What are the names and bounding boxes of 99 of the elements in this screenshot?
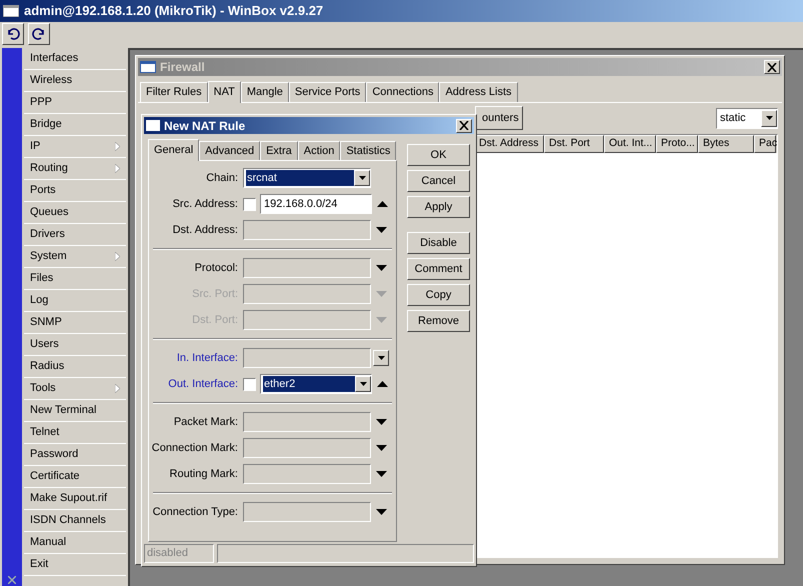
expand-arrow-icon[interactable] [376, 227, 387, 233]
input-field[interactable] [243, 464, 371, 484]
sidebar-item[interactable]: Ports [24, 180, 126, 202]
checkbox[interactable] [243, 378, 256, 390]
sidebar-item[interactable]: Manual [24, 532, 126, 554]
column-header[interactable]: Bytes [698, 135, 754, 153]
field-label: Packet Mark: [172, 414, 239, 430]
field-label: Connection Type: [152, 504, 239, 520]
expand-arrow-icon[interactable] [376, 419, 387, 425]
tab[interactable]: General [148, 139, 200, 161]
sidebar-item[interactable]: Make Supout.rif [24, 488, 126, 510]
field-label: Src. Address: [172, 196, 239, 212]
column-header[interactable]: Dst. Port [544, 135, 604, 153]
submenu-arrow-icon [115, 252, 120, 261]
expand-arrow-icon[interactable] [376, 445, 387, 451]
sidebar-item[interactable]: Radius [24, 356, 126, 378]
close-button[interactable] [456, 118, 472, 132]
sidebar-item[interactable]: System [24, 246, 126, 268]
undo-button[interactable] [2, 23, 24, 45]
sidebar-item[interactable]: Files [24, 268, 126, 290]
input-field[interactable] [243, 438, 371, 458]
sidebar-item[interactable]: SNMP [24, 312, 126, 334]
field-label: Chain: [205, 170, 239, 186]
x-icon [8, 576, 16, 584]
window-title: Firewall [160, 59, 205, 76]
input-field[interactable] [243, 502, 371, 522]
sidebar-item[interactable]: Queues [24, 202, 126, 224]
sidebar-item[interactable]: Certificate [24, 466, 126, 488]
tab[interactable]: Mangle [240, 82, 289, 102]
window-title: admin@192.168.1.20 (MikroTik) - WinBox v2.9.27 [24, 2, 324, 20]
input-field[interactable] [243, 310, 371, 330]
sidebar-item[interactable]: ISDN Channels [24, 510, 126, 532]
sidebar-item[interactable]: Routing [24, 158, 126, 180]
submenu-arrow-icon [115, 164, 120, 173]
tab[interactable]: Filter Rules [140, 82, 208, 102]
toolbar-button[interactable]: ounters [475, 106, 523, 130]
sidebar-item[interactable]: Password [24, 444, 126, 466]
input-field[interactable]: 192.168.0.0/24 [260, 194, 372, 214]
input-field[interactable] [243, 258, 371, 278]
filter-dropdown[interactable]: static [716, 108, 778, 128]
sidebar-item[interactable]: Drivers [24, 224, 126, 246]
dialog-button[interactable]: Apply [407, 196, 470, 218]
dropdown-field[interactable] [243, 348, 371, 368]
redo-icon [31, 26, 47, 42]
sidebar-item[interactable]: Log [24, 290, 126, 312]
sidebar-item[interactable]: Tools [24, 378, 126, 400]
dialog-button[interactable]: Remove [407, 310, 470, 332]
sidebar-item[interactable]: Interfaces [24, 48, 126, 70]
window-icon [3, 5, 19, 17]
collapse-arrow-icon[interactable] [377, 381, 388, 387]
dropdown-field[interactable]: ether2 [260, 374, 372, 394]
expand-arrow-icon[interactable] [376, 509, 387, 515]
field-label: Connection Mark: [150, 440, 239, 456]
column-header[interactable]: Dst. Address [474, 135, 544, 153]
status-field: disabled [144, 544, 214, 563]
sidebar-item[interactable]: IP [24, 136, 126, 158]
close-button[interactable] [764, 60, 780, 74]
dialog-button[interactable]: Copy [407, 284, 470, 306]
input-field[interactable] [243, 284, 371, 304]
column-header[interactable]: Out. Int... [604, 135, 656, 153]
dialog-button[interactable]: OK [407, 144, 470, 166]
field-label: Out. Interface: [167, 376, 239, 392]
field-label: Dst. Address: [172, 222, 239, 238]
tab[interactable]: Advanced [199, 141, 260, 160]
redo-button[interactable] [28, 23, 50, 45]
sidebar-item[interactable]: New Terminal [24, 400, 126, 422]
submenu-arrow-icon [115, 142, 120, 151]
input-field[interactable] [243, 412, 371, 432]
dropdown-field[interactable]: srcnat [243, 168, 371, 188]
submenu-arrow-icon [115, 384, 120, 393]
sidebar-item[interactable]: Wireless [24, 70, 126, 92]
field-label: Protocol: [194, 260, 239, 276]
tab[interactable]: Connections [366, 82, 440, 102]
tab[interactable]: NAT [208, 81, 241, 103]
dialog-button[interactable]: Cancel [407, 170, 470, 192]
expand-arrow-icon[interactable] [376, 265, 387, 271]
window-icon [146, 120, 160, 131]
column-header[interactable]: Proto... [656, 135, 698, 153]
field-label: Routing Mark: [168, 466, 239, 482]
dialog-button[interactable]: Comment [407, 258, 470, 280]
sidebar-item[interactable]: Users [24, 334, 126, 356]
tab[interactable]: Action [298, 141, 340, 160]
window-icon [140, 61, 156, 73]
expand-arrow-icon[interactable] [376, 471, 387, 477]
input-field[interactable] [243, 220, 371, 240]
undo-icon [5, 26, 21, 42]
collapse-arrow-icon[interactable] [377, 201, 388, 207]
sidebar-item[interactable]: Telnet [24, 422, 126, 444]
checkbox[interactable] [243, 198, 256, 210]
tab[interactable]: Statistics [340, 141, 396, 160]
field-label: In. Interface: [176, 350, 239, 366]
sidebar-item[interactable]: PPP [24, 92, 126, 114]
sidebar-item[interactable]: Exit [24, 554, 126, 576]
dialog-button[interactable]: Disable [407, 232, 470, 254]
tab[interactable]: Extra [260, 141, 298, 160]
tab[interactable]: Service Ports [288, 82, 366, 102]
tab[interactable]: Address Lists [439, 82, 518, 102]
window-title: New NAT Rule [164, 118, 246, 134]
sidebar-item[interactable]: Bridge [24, 114, 126, 136]
